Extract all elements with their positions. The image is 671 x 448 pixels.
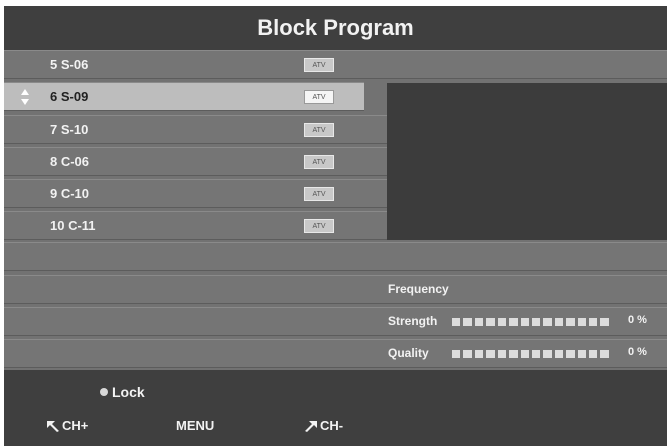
atv-badge: ATV	[304, 219, 334, 233]
arrow-up-left-icon	[47, 420, 59, 432]
program-row[interactable]: 5 S-06 ATV	[4, 50, 667, 79]
atv-badge: ATV	[304, 123, 334, 137]
program-label: 8 C-06	[50, 154, 90, 169]
arrow-up-right-icon	[305, 420, 317, 432]
program-row[interactable]: 7 S-10 ATV	[4, 115, 388, 144]
menu-label: MENU	[176, 418, 215, 433]
program-label: 9 C-10	[50, 186, 90, 201]
program-label: 10 C-11	[50, 218, 96, 233]
atv-badge: ATV	[304, 90, 334, 104]
quality-value: 0 %	[628, 346, 647, 358]
atv-badge: ATV	[304, 187, 334, 201]
red-button-dot-icon	[100, 388, 108, 396]
empty-row	[4, 242, 667, 271]
frequency-label: Frequency	[388, 282, 449, 296]
ch-minus-hint[interactable]: CH-	[304, 418, 343, 433]
quality-row: Quality 0 %	[4, 339, 667, 368]
quality-label: Quality	[388, 346, 429, 360]
menu-hint[interactable]: MENU	[176, 418, 214, 433]
footer-help-bar: Lock CH+ MENU CH-	[4, 370, 667, 446]
ch-plus-hint[interactable]: CH+	[46, 418, 88, 433]
quality-meter	[452, 350, 609, 358]
tv-osd-screen: Block Program 5 S-06 ATV 6 S-09 ATV 7 S-…	[4, 6, 667, 446]
program-label: 6 S-09	[50, 89, 89, 104]
program-label: 5 S-06	[50, 57, 89, 72]
atv-badge: ATV	[304, 58, 334, 72]
frequency-row: Frequency	[4, 275, 667, 304]
channel-preview-window	[387, 83, 667, 240]
strength-value: 0 %	[628, 314, 647, 326]
lock-label: Lock	[112, 384, 145, 400]
program-row[interactable]: 10 C-11 ATV	[4, 211, 388, 240]
page-title: Block Program	[4, 6, 667, 50]
program-label: 7 S-10	[50, 122, 89, 137]
program-row[interactable]: 9 C-10 ATV	[4, 179, 388, 208]
strength-meter	[452, 318, 609, 326]
strength-row: Strength 0 %	[4, 307, 667, 336]
program-row[interactable]: 8 C-06 ATV	[4, 147, 388, 176]
ch-plus-label: CH+	[62, 418, 89, 433]
program-row-selected[interactable]: 6 S-09 ATV	[4, 82, 364, 111]
lock-hint[interactable]: Lock	[100, 384, 145, 400]
strength-label: Strength	[388, 314, 438, 328]
up-down-arrows-icon	[21, 89, 29, 105]
atv-badge: ATV	[304, 155, 334, 169]
ch-minus-label: CH-	[320, 418, 344, 433]
